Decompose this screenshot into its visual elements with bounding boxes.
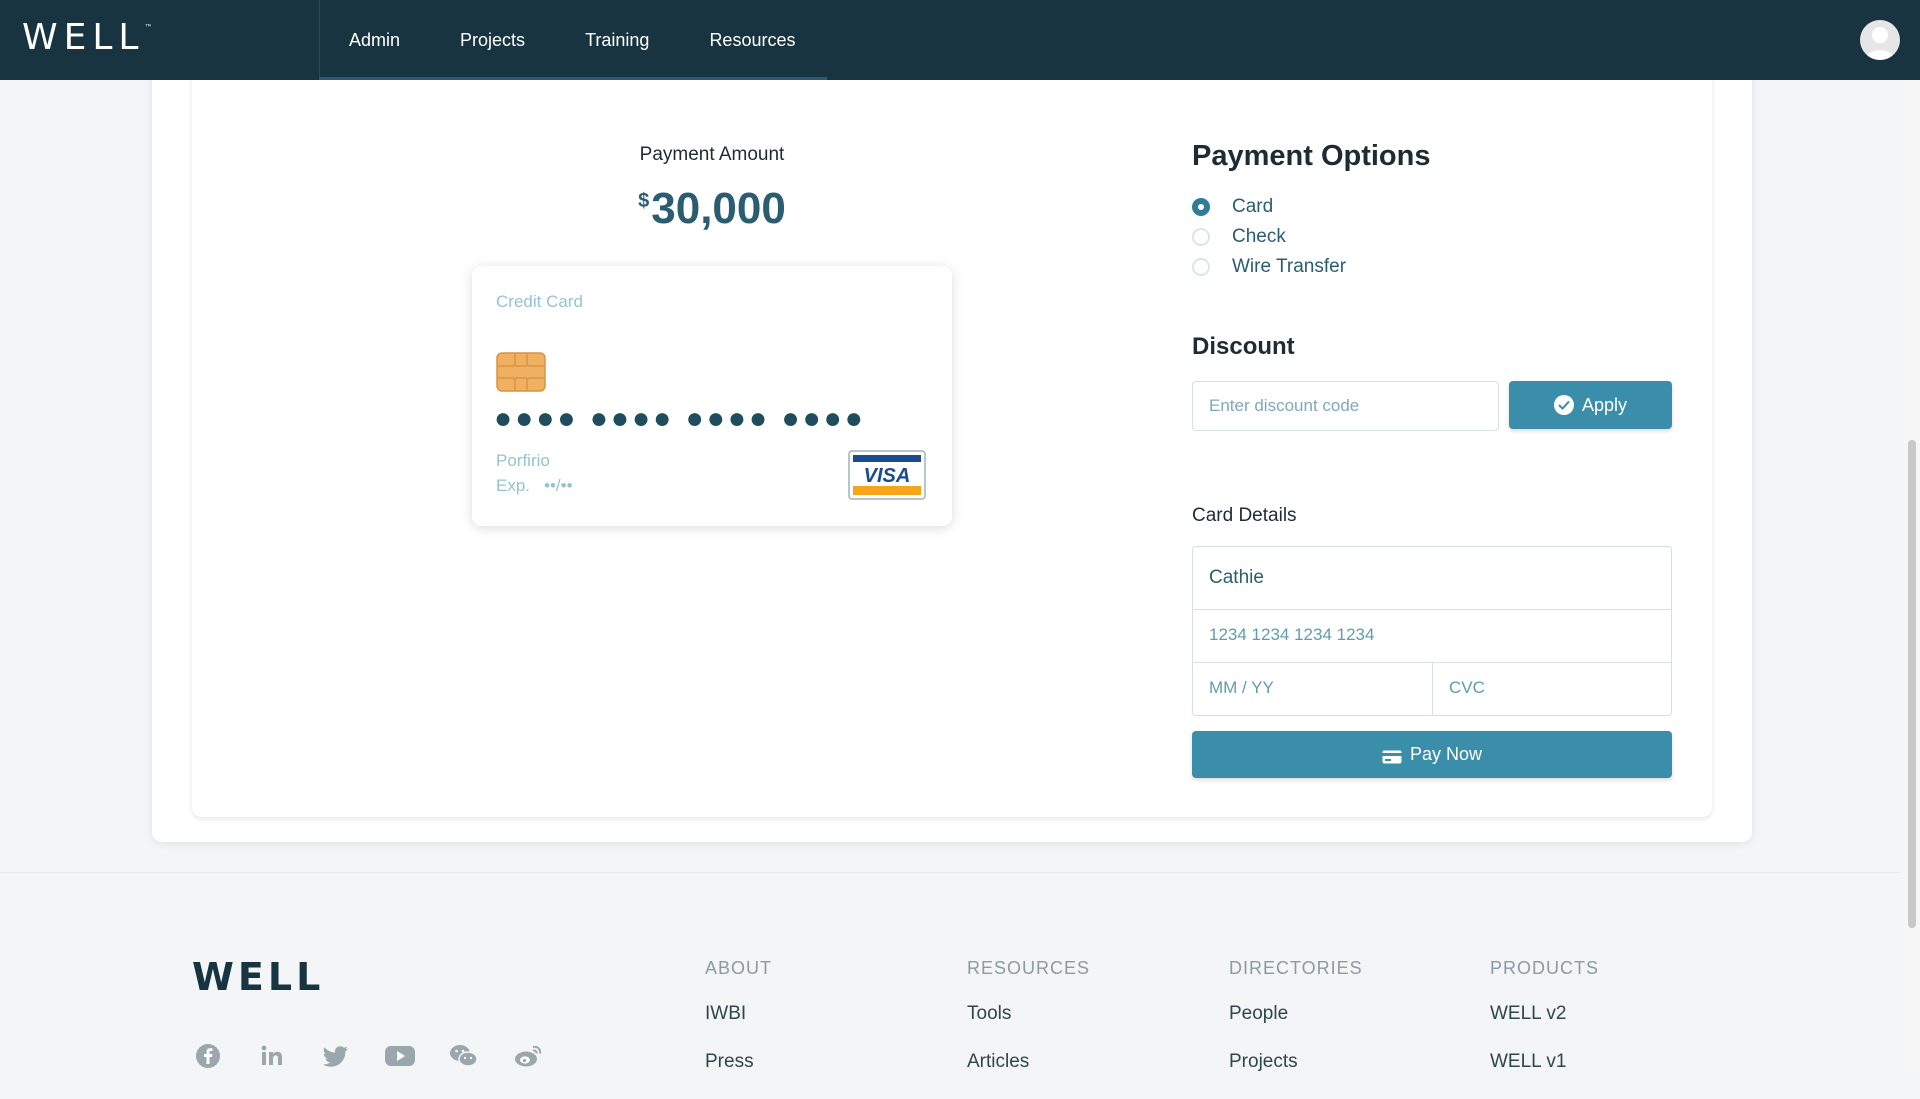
footer-logo[interactable]: WELL [192,955,324,999]
wechat-icon[interactable] [448,1040,480,1072]
cardholder-name-field[interactable]: Cathie [1193,547,1671,610]
footer-link-iwbi[interactable]: IWBI [705,1003,772,1025]
credit-card-title: Credit Card [496,292,583,311]
top-navigation: WELL™ Admin Projects Training Resources [0,0,1920,80]
card-expiry-field[interactable]: MM / YY [1193,663,1433,715]
option-label: Wire Transfer [1232,256,1347,277]
linkedin-icon[interactable] [256,1040,288,1072]
card-number-mask: ●●●● ●●●● ●●●● ●●●● [494,402,866,435]
footer-column-products: PRODUCTS WELL v2 WELL v1 [1490,958,1599,1099]
credit-card-preview: Credit Card ●●●● ●●●● ●●●● ●●●● Porfirio… [472,266,952,526]
footer-link-articles[interactable]: Articles [967,1051,1090,1073]
radio-selected-icon[interactable] [1192,198,1210,216]
nav-item-admin[interactable]: Admin [349,30,400,51]
currency-symbol: $ [638,190,650,213]
footer-column-resources: RESOURCES Tools Articles [967,958,1090,1099]
social-links [192,1040,576,1072]
nav-item-projects[interactable]: Projects [460,30,525,51]
discount-heading: Discount [1192,333,1295,360]
brand-logo[interactable]: WELL™ [22,17,152,58]
cardholder-name: Porfirio [496,451,550,470]
option-label: Card [1232,196,1274,217]
weibo-icon[interactable] [512,1040,544,1072]
nav-item-resources[interactable]: Resources [709,30,795,51]
scrollbar-thumb[interactable] [1908,440,1916,928]
pay-now-label: Pay Now [1409,744,1483,764]
card-details-form: Cathie 1234 1234 1234 1234 MM / YY CVC [1192,546,1672,716]
nav-active-indicator [319,77,827,80]
visa-logo-icon: VISA [848,450,926,500]
twitter-icon[interactable] [320,1040,352,1072]
footer-heading: ABOUT [705,958,773,978]
radio-unselected-icon[interactable] [1192,258,1210,276]
option-label: Check [1232,226,1286,247]
payment-option-wire-transfer[interactable]: Wire Transfer [1192,256,1346,278]
check-circle-icon [1553,395,1574,415]
youtube-icon[interactable] [384,1040,416,1072]
card-cvc-field[interactable]: CVC [1433,663,1671,715]
discount-code-input[interactable] [1192,381,1499,431]
apply-label: Apply [1581,394,1628,415]
footer-heading: RESOURCES [967,958,1091,978]
apply-discount-button[interactable]: Apply [1509,381,1672,429]
card-chip-icon [496,352,546,392]
credit-card-icon [1382,748,1402,763]
visa-text: VISA [864,465,911,487]
payment-option-check[interactable]: Check [1192,226,1286,248]
payment-option-card[interactable]: Card [1192,196,1273,218]
footer-column-about: ABOUT IWBI Press [705,958,772,1099]
footer-link-well-v1[interactable]: WELL v1 [1490,1051,1599,1073]
footer-heading: DIRECTORIES [1229,958,1363,978]
footer-column-directories: DIRECTORIES People Projects [1229,958,1363,1099]
footer-divider [0,872,1900,873]
radio-unselected-icon[interactable] [1192,228,1210,246]
card-details-heading: Card Details [1192,505,1297,526]
footer-link-press[interactable]: Press [705,1051,772,1073]
nav-divider [319,0,320,80]
payment-amount-label: Payment Amount [639,144,785,165]
payment-options-heading: Payment Options [1192,140,1431,172]
nav-item-training[interactable]: Training [585,30,649,51]
card-number-field[interactable]: 1234 1234 1234 1234 [1193,610,1671,663]
footer-link-tools[interactable]: Tools [967,1003,1090,1025]
payment-amount: $30,000 [552,184,872,234]
footer-link-projects[interactable]: Projects [1229,1051,1363,1073]
nav-menu: Admin Projects Training Resources [349,0,855,80]
facebook-icon[interactable] [192,1040,224,1072]
amount-value: 30,000 [651,184,786,233]
user-avatar-icon[interactable] [1860,20,1900,60]
footer-heading: PRODUCTS [1490,958,1600,978]
footer-link-people[interactable]: People [1229,1003,1363,1025]
card-expiry: Exp. ••/•• [496,476,573,495]
footer-link-well-v2[interactable]: WELL v2 [1490,1003,1599,1025]
pay-now-button[interactable]: Pay Now [1192,731,1672,778]
